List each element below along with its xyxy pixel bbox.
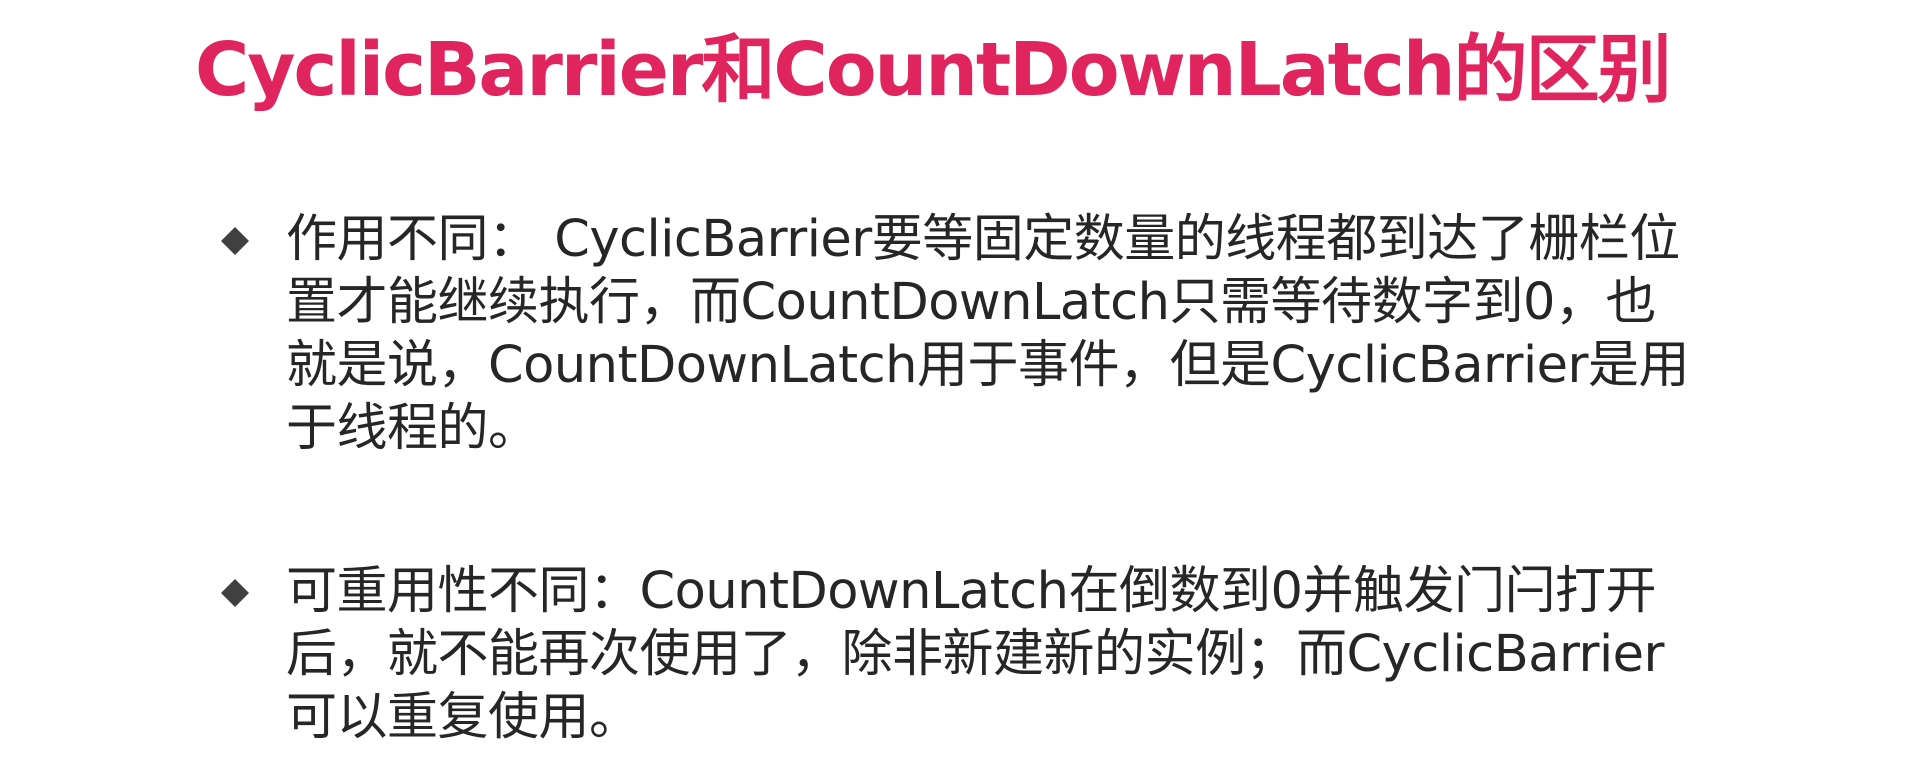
slide: CyclicBarrier和CountDownLatch的区别 作用不同： Cy…: [0, 0, 1920, 758]
bullet-line: 可以重复使用。: [286, 688, 640, 747]
bullet-line: 后，就不能再次使用了，除非新建新的实例；而CyclicBarrier: [286, 625, 1665, 684]
diamond-bullet-icon: [220, 578, 250, 608]
bullet-line: 可重用性不同：CountDownLatch在倒数到0并触发门闩打开: [286, 562, 1656, 621]
bullet-line: 作用不同： CyclicBarrier要等固定数量的线程都到达了栅栏位: [286, 210, 1680, 269]
bullet-text: 可重用性不同：CountDownLatch在倒数到0并触发门闩打开 后，就不能再…: [286, 560, 1756, 749]
diamond-bullet-icon: [220, 226, 250, 256]
bullet-text: 作用不同： CyclicBarrier要等固定数量的线程都到达了栅栏位 置才能继…: [286, 208, 1756, 460]
slide-title: CyclicBarrier和CountDownLatch的区别: [195, 27, 1672, 113]
bullet-line: 置才能继续执行，而CountDownLatch只需等待数字到0，也: [286, 273, 1656, 332]
bullet-line: 就是说，CountDownLatch用于事件，但是CyclicBarrier是用: [286, 336, 1690, 395]
bullet-line: 于线程的。: [286, 399, 539, 458]
